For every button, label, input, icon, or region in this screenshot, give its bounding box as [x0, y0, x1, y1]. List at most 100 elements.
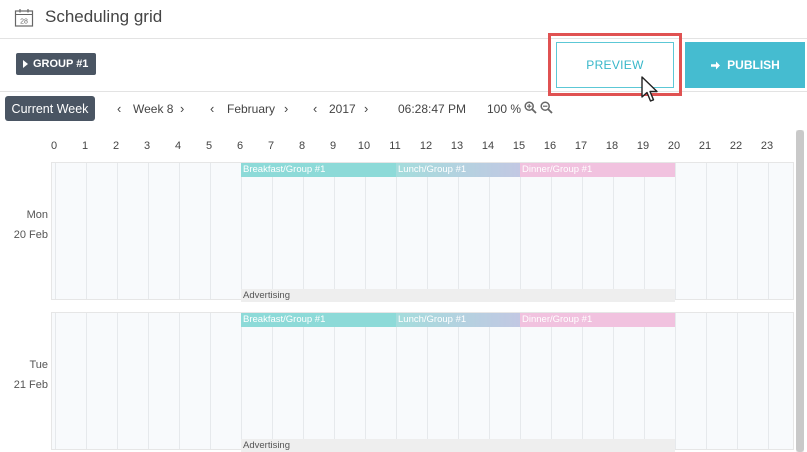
week-label: Week 8 — [133, 102, 174, 116]
zoom-out-icon[interactable] — [540, 101, 553, 114]
hour-gridline — [706, 313, 707, 449]
hour-label: 4 — [174, 140, 182, 152]
hour-gridline — [55, 313, 56, 449]
hour-gridline — [55, 163, 56, 299]
current-week-button[interactable]: Current Week — [5, 96, 95, 121]
day-weekday-label: Tue — [29, 359, 48, 371]
group-label: GROUP #1 — [33, 58, 89, 70]
hour-label: 5 — [205, 140, 213, 152]
hour-gridline — [613, 313, 614, 449]
advertising-slot[interactable]: Advertising — [241, 439, 675, 452]
hour-label: 21 — [698, 140, 712, 152]
schedule-slot[interactable]: Dinner/Group #1 — [520, 313, 675, 327]
hour-gridline — [272, 163, 273, 299]
hour-gridline — [148, 163, 149, 299]
hour-gridline — [489, 163, 490, 299]
hour-gridline — [675, 163, 676, 299]
hour-gridline — [210, 163, 211, 299]
day-row[interactable]: Breakfast/Group #1 Lunch/Group #1 Dinner/G… — [51, 162, 800, 302]
hour-gridline — [241, 313, 242, 449]
hour-gridline — [427, 313, 428, 449]
hour-label: 17 — [574, 140, 588, 152]
hour-gridline — [582, 313, 583, 449]
year-label: 2017 — [329, 102, 356, 116]
hour-gridline — [210, 313, 211, 449]
hour-gridline — [272, 313, 273, 449]
hour-label: 19 — [636, 140, 650, 152]
hour-gridline — [582, 163, 583, 299]
title-bar: 28 Scheduling grid — [0, 0, 807, 39]
hour-label: 8 — [298, 140, 306, 152]
hour-header: 0 1 2 3 4 5 6 7 8 9 10 11 12 13 14 15 16 17 18 19 20 21 22 23 — [0, 140, 807, 154]
zoom-in-icon[interactable] — [524, 101, 537, 114]
hour-label: 10 — [357, 140, 371, 152]
hour-label: 22 — [729, 140, 743, 152]
hour-gridline — [365, 313, 366, 449]
hour-label: 6 — [236, 140, 244, 152]
next-month-chevron-icon[interactable]: › — [284, 101, 288, 116]
clock-time: 06:28:47 PM — [398, 102, 467, 116]
hour-label: 16 — [543, 140, 557, 152]
hour-gridline — [117, 163, 118, 299]
hour-label: 3 — [143, 140, 151, 152]
hour-gridline — [179, 163, 180, 299]
hour-gridline — [644, 163, 645, 299]
hour-gridline — [241, 163, 242, 299]
hour-label: 14 — [481, 140, 495, 152]
day-date-label: 20 Feb — [13, 229, 48, 241]
hour-label: 23 — [760, 140, 774, 152]
day-row[interactable]: Breakfast/Group #1 Lunch/Group #1 Dinner/G… — [51, 312, 800, 452]
zoom-level: 100 % — [487, 102, 522, 116]
hour-gridline — [458, 313, 459, 449]
next-year-chevron-icon[interactable]: › — [364, 101, 368, 116]
caret-right-icon — [23, 60, 28, 68]
publish-label: PUBLISH — [727, 58, 780, 72]
hour-gridline — [396, 313, 397, 449]
hour-gridline — [737, 163, 738, 299]
prev-month-chevron-icon[interactable]: ‹ — [210, 101, 214, 116]
hour-gridline — [148, 313, 149, 449]
next-week-chevron-icon[interactable]: › — [180, 101, 184, 116]
hour-gridline — [334, 163, 335, 299]
hour-gridline — [520, 313, 521, 449]
hour-gridline — [768, 163, 769, 299]
month-label: February — [227, 102, 276, 116]
hour-gridline — [117, 313, 118, 449]
hour-label: 7 — [267, 140, 275, 152]
svg-text:28: 28 — [20, 19, 28, 26]
schedule-slot[interactable]: Lunch/Group #1 — [396, 163, 520, 177]
day-weekday-label: Mon — [26, 209, 48, 221]
hour-label: 9 — [329, 140, 337, 152]
advertising-slot[interactable]: Advertising — [241, 289, 675, 302]
hour-gridline — [427, 163, 428, 299]
hour-gridline — [768, 313, 769, 449]
hour-gridline — [737, 313, 738, 449]
hour-gridline — [86, 163, 87, 299]
group-selector-button[interactable]: GROUP #1 — [16, 53, 97, 75]
scrollbar-thumb[interactable] — [796, 130, 804, 452]
hour-gridline — [365, 163, 366, 299]
day-date-label: 21 Feb — [13, 379, 48, 391]
schedule-slot[interactable]: Lunch/Group #1 — [396, 313, 520, 327]
calendar-icon: 28 — [14, 9, 34, 27]
hour-label: 15 — [512, 140, 526, 152]
page-title: Scheduling grid — [45, 7, 163, 26]
publish-button[interactable]: PUBLISH — [685, 42, 805, 88]
hour-gridline — [489, 313, 490, 449]
schedule-slot[interactable]: Dinner/Group #1 — [520, 163, 675, 177]
hour-gridline — [86, 313, 87, 449]
hour-label: 12 — [419, 140, 433, 152]
prev-week-chevron-icon[interactable]: ‹ — [117, 101, 121, 116]
hour-gridline — [706, 163, 707, 299]
schedule-slot[interactable]: Breakfast/Group #1 — [241, 313, 396, 327]
hour-gridline — [613, 163, 614, 299]
hour-label: 0 — [50, 140, 58, 152]
prev-year-chevron-icon[interactable]: ‹ — [313, 101, 317, 116]
navigation-row: Current Week ‹ Week 8 › ‹ February › ‹ 2… — [0, 96, 807, 122]
hour-label: 1 — [81, 140, 89, 152]
hour-label: 20 — [667, 140, 681, 152]
hour-gridline — [551, 163, 552, 299]
hour-gridline — [334, 313, 335, 449]
hour-label: 13 — [450, 140, 464, 152]
schedule-slot[interactable]: Breakfast/Group #1 — [241, 163, 396, 177]
